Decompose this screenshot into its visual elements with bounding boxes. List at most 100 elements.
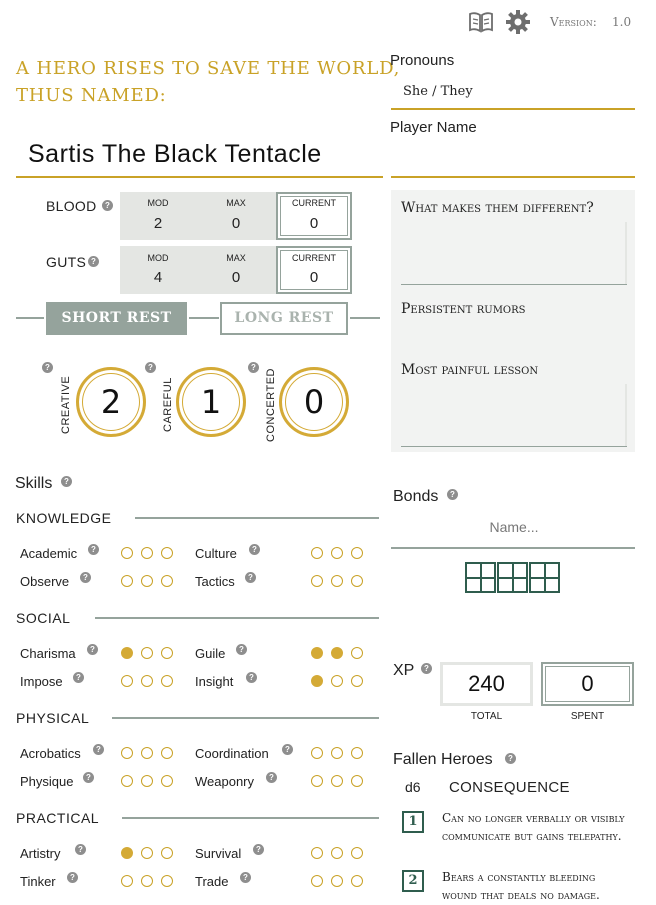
skill-dot[interactable] xyxy=(121,775,133,787)
skill-impose-dots[interactable] xyxy=(121,675,173,687)
stat-blood-mod-value[interactable]: 2 xyxy=(120,215,196,232)
help-icon[interactable]: ? xyxy=(246,672,257,683)
short-rest-button[interactable]: SHORT REST xyxy=(46,302,187,335)
skill-dot[interactable] xyxy=(331,575,343,587)
skill-dot[interactable] xyxy=(351,647,363,659)
help-icon[interactable]: ? xyxy=(240,872,251,883)
stat-guts-current-value[interactable]: 0 xyxy=(276,269,352,286)
approach-careful-value[interactable]: 1 xyxy=(176,367,246,437)
skill-trade-dots[interactable] xyxy=(311,875,363,887)
skill-tinker-dots[interactable] xyxy=(121,875,173,887)
skill-artistry-dots[interactable] xyxy=(121,847,173,859)
skill-dot[interactable] xyxy=(141,875,153,887)
skill-culture-dots[interactable] xyxy=(311,547,363,559)
skill-dot[interactable] xyxy=(311,875,323,887)
bond-track[interactable] xyxy=(465,562,560,593)
skill-guile-dots[interactable] xyxy=(311,647,363,659)
skill-academic-dots[interactable] xyxy=(121,547,173,559)
skill-dot[interactable] xyxy=(351,675,363,687)
skill-dot[interactable] xyxy=(351,547,363,559)
bond-name-input[interactable]: Name... xyxy=(393,519,635,535)
xp-total-box[interactable]: 240 xyxy=(440,662,533,706)
skill-acrobatics-dots[interactable] xyxy=(121,747,173,759)
skill-dot[interactable] xyxy=(161,775,173,787)
help-icon[interactable]: ? xyxy=(447,489,458,500)
skill-dot[interactable] xyxy=(121,675,133,687)
help-icon[interactable]: ? xyxy=(266,772,277,783)
pronouns-input[interactable]: She / They xyxy=(403,84,473,99)
bond-box[interactable] xyxy=(529,562,560,593)
skill-dot[interactable] xyxy=(141,847,153,859)
skill-dot[interactable] xyxy=(351,575,363,587)
skill-coordination-dots[interactable] xyxy=(311,747,363,759)
skill-dot[interactable] xyxy=(141,747,153,759)
help-icon[interactable]: ? xyxy=(236,644,247,655)
approach-concerted-value[interactable]: 0 xyxy=(279,367,349,437)
bond-box[interactable] xyxy=(465,562,496,593)
skill-dot[interactable] xyxy=(311,547,323,559)
skill-dot[interactable] xyxy=(141,547,153,559)
question-different-input[interactable] xyxy=(401,222,627,284)
skill-dot[interactable] xyxy=(161,847,173,859)
skill-dot[interactable] xyxy=(161,747,173,759)
skill-dot[interactable] xyxy=(161,875,173,887)
help-icon[interactable]: ? xyxy=(248,362,259,373)
help-icon[interactable]: ? xyxy=(102,200,113,211)
stat-blood-max-value[interactable]: 0 xyxy=(198,215,274,232)
stat-guts-max-value[interactable]: 0 xyxy=(198,269,274,286)
bond-box[interactable] xyxy=(497,562,528,593)
help-icon[interactable]: ? xyxy=(75,844,86,855)
skill-tactics-dots[interactable] xyxy=(311,575,363,587)
skill-dot[interactable] xyxy=(331,875,343,887)
skill-dot[interactable] xyxy=(161,575,173,587)
skill-dot[interactable] xyxy=(121,747,133,759)
help-icon[interactable]: ? xyxy=(42,362,53,373)
skill-dot[interactable] xyxy=(331,547,343,559)
skill-dot[interactable] xyxy=(161,675,173,687)
help-icon[interactable]: ? xyxy=(67,872,78,883)
skill-dot[interactable] xyxy=(331,675,343,687)
skill-dot[interactable] xyxy=(331,747,343,759)
stat-blood-current-value[interactable]: 0 xyxy=(276,215,352,232)
help-icon[interactable]: ? xyxy=(249,544,260,555)
help-icon[interactable]: ? xyxy=(421,663,432,674)
skill-dot[interactable] xyxy=(331,847,343,859)
help-icon[interactable]: ? xyxy=(245,572,256,583)
skill-dot[interactable] xyxy=(121,847,133,859)
stat-guts-mod-value[interactable]: 4 xyxy=(120,269,196,286)
skill-charisma-dots[interactable] xyxy=(121,647,173,659)
skill-dot[interactable] xyxy=(351,847,363,859)
help-icon[interactable]: ? xyxy=(88,256,99,267)
hero-name-input[interactable]: Sartis The Black Tentacle xyxy=(28,140,322,169)
long-rest-button[interactable]: LONG REST xyxy=(220,302,348,335)
approach-creative-value[interactable]: 2 xyxy=(76,367,146,437)
skill-dot[interactable] xyxy=(311,747,323,759)
skill-dot[interactable] xyxy=(331,775,343,787)
help-icon[interactable]: ? xyxy=(253,844,264,855)
skill-dot[interactable] xyxy=(331,647,343,659)
help-icon[interactable]: ? xyxy=(83,772,94,783)
skill-dot[interactable] xyxy=(121,875,133,887)
skill-dot[interactable] xyxy=(141,647,153,659)
help-icon[interactable]: ? xyxy=(282,744,293,755)
skill-dot[interactable] xyxy=(351,875,363,887)
skill-weaponry-dots[interactable] xyxy=(311,775,363,787)
skill-dot[interactable] xyxy=(161,547,173,559)
help-icon[interactable]: ? xyxy=(87,644,98,655)
skill-dot[interactable] xyxy=(311,775,323,787)
skill-dot[interactable] xyxy=(351,747,363,759)
book-icon[interactable] xyxy=(468,10,494,34)
skill-dot[interactable] xyxy=(311,647,323,659)
skill-dot[interactable] xyxy=(351,775,363,787)
skill-dot[interactable] xyxy=(311,847,323,859)
skill-insight-dots[interactable] xyxy=(311,675,363,687)
skill-observe-dots[interactable] xyxy=(121,575,173,587)
xp-spent-box[interactable]: 0 xyxy=(541,662,634,706)
skill-dot[interactable] xyxy=(141,575,153,587)
help-icon[interactable]: ? xyxy=(93,744,104,755)
skill-dot[interactable] xyxy=(311,575,323,587)
gear-icon[interactable] xyxy=(505,9,531,35)
skill-dot[interactable] xyxy=(121,575,133,587)
help-icon[interactable]: ? xyxy=(61,476,72,487)
help-icon[interactable]: ? xyxy=(88,544,99,555)
